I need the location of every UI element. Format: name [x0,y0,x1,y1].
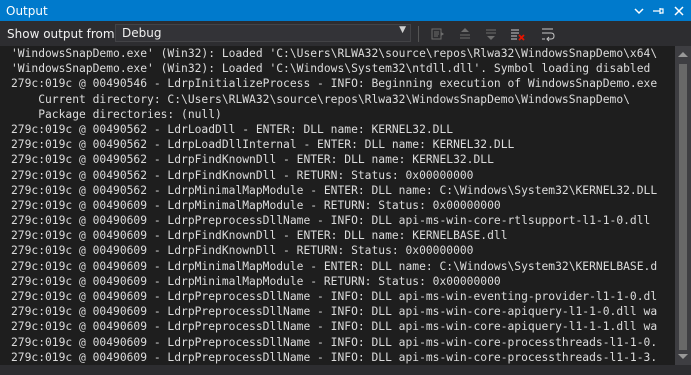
output-line: 279c:019c @ 00490609 - LdrpPreprocessDll… [11,350,658,364]
output-text-pane[interactable]: 'WindowsSnapDemo.exe' (Win32): Loaded 'C… [0,46,675,365]
output-line: 279c:019c @ 00490609 - LdrpPreprocessDll… [11,320,658,334]
pin-icon[interactable] [651,3,667,19]
output-line: 'WindowsSnapDemo.exe' (Win32): Loaded 'C… [11,62,651,76]
window-title: Output [6,3,48,18]
scrollbar-corner [675,365,691,375]
output-line: 279c:019c @ 00490562 - LdrpFindKnownDll … [11,153,494,167]
output-line: 279c:019c @ 00490562 - LdrpLoadDllIntern… [11,138,515,152]
output-line: 279c:019c @ 00490562 - LdrpFindKnownDll … [11,168,474,182]
output-line: 279c:019c @ 00490609 - LdrpPreprocessDll… [11,290,658,303]
vertical-scroll-thumb[interactable] [679,64,687,350]
output-line: 279c:019c @ 00490609 - LdrpMinimalMapMod… [11,259,658,273]
output-line: 279c:019c @ 00490609 - LdrpPreprocessDll… [11,305,658,319]
output-line: 'WindowsSnapDemo.exe' (Win32): Loaded 'C… [11,47,658,60]
vertical-scrollbar[interactable] [675,46,691,365]
scroll-down-icon[interactable] [678,354,688,359]
output-line: Package directories: (null) [11,107,222,121]
close-icon[interactable] [671,3,687,19]
clear-all-icon[interactable] [507,24,527,43]
output-source-value: Debug [122,26,162,40]
go-to-previous-message-icon[interactable] [455,24,475,43]
scroll-up-icon[interactable] [678,52,688,57]
horizontal-scrollbar[interactable] [0,365,675,375]
output-line: 279c:019c @ 00490609 - LdrpFindKnownDll … [11,244,474,258]
output-line: 279c:019c @ 00490609 - LdrpFindKnownDll … [11,229,508,243]
toolbar-separator [418,26,419,42]
output-window-titlebar[interactable]: Output [0,0,691,21]
output-toolbar: Show output from: Debug ▼ [0,21,691,47]
output-line: 279c:019c @ 00490609 - LdrpMinimalMapMod… [11,274,501,288]
output-line: 279c:019c @ 00490609 - LdrpMinimalMapMod… [11,198,501,212]
output-line: 279c:019c @ 00490562 - LdrpMinimalMapMod… [11,183,658,197]
output-source-select[interactable]: Debug ▼ [115,24,411,42]
find-message-in-code-icon[interactable] [428,24,448,43]
output-line: 279c:019c @ 00490562 - LdrLoadDll - ENTE… [11,122,454,136]
output-line: Current directory: C:\Users\RLWA32\sourc… [11,92,630,106]
output-line: 279c:019c @ 00490609 - LdrpPreprocessDll… [11,214,651,228]
go-to-next-message-icon[interactable] [481,24,501,43]
output-line: 279c:019c @ 00490609 - LdrpPreprocessDll… [11,335,658,349]
output-line: 279c:019c @ 00490546 - LdrpInitializePro… [11,77,658,91]
toggle-word-wrap-icon[interactable] [538,24,558,43]
chevron-down-icon[interactable] [631,3,647,19]
chevron-down-icon: ▼ [399,25,406,35]
show-output-label: Show output from: [7,26,119,41]
